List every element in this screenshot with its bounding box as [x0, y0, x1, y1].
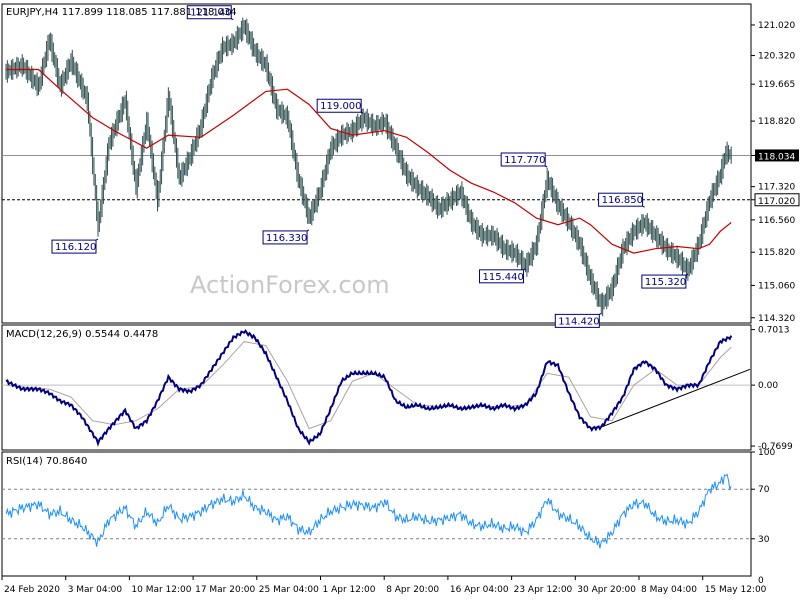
chart-canvas: ActionForex.com 121.140116.120119.000116…	[1, 3, 800, 595]
price-tick-label: 121.020	[758, 21, 795, 31]
annotation-label: 114.420	[554, 312, 602, 328]
rsi-header: RSI(14) 70.8640	[6, 456, 87, 467]
price-tick-label: 119.665	[758, 80, 795, 90]
time-tick-label: 17 Mar 20:00	[195, 585, 255, 595]
time-tick-label: 24 Feb 2020	[4, 585, 60, 595]
price-axis: 121.020 120.320 119.665 118.820 118.034 117.3…	[751, 21, 800, 324]
rsi-tick-label: 30	[758, 535, 770, 545]
price-tick-label: 115.820	[758, 248, 795, 258]
annotation-label: 116.330	[262, 229, 310, 245]
time-tick-label: 16 Apr 04:00	[450, 585, 509, 595]
annotation-text: 116.330	[266, 233, 307, 244]
time-tick-label: 10 Mar 12:00	[131, 585, 191, 595]
symbol-header: EURJPY,H4 117.899 118.085 117.881 118.03…	[6, 7, 237, 18]
annotation-label: 116.850	[598, 192, 645, 208]
price-tick-label: 114.320	[758, 314, 795, 324]
time-axis: 24 Feb 2020 3 Mar 04:00 10 Mar 12:00 17 Mar…	[1, 576, 767, 595]
macd-axis: 0.70130.00-0.7699	[751, 326, 793, 452]
annotation-label: 116.120	[51, 238, 99, 254]
annotation-text: 116.850	[602, 195, 643, 206]
time-tick-label: 8 May 04:00	[641, 585, 697, 595]
macd-panel	[1, 324, 752, 451]
time-tick-label: 8 Apr 20:00	[386, 585, 439, 595]
time-tick-label: 25 Mar 04:00	[259, 585, 319, 595]
macd-tick-label: 0.7013	[758, 326, 790, 336]
price-tick-label: 120.320	[758, 52, 795, 62]
macd-tick-label: 0.00	[758, 381, 778, 391]
time-tick-label: 23 Apr 12:00	[514, 585, 573, 595]
annotation-text: 115.440	[483, 272, 524, 283]
annotation-text: 115.320	[645, 277, 686, 288]
annotation-label: 119.000	[316, 98, 364, 114]
price-tick-label: 115.060	[758, 281, 795, 291]
price-tick-label: 116.560	[758, 216, 795, 226]
annotation-label: 115.320	[641, 273, 689, 289]
annotation-label: 117.770	[500, 152, 548, 168]
annotation-text: 114.420	[558, 316, 599, 327]
last-price-label: 118.034	[758, 152, 795, 162]
rsi-tick-label: 70	[758, 485, 770, 495]
level-price-label: 117.020	[758, 197, 795, 207]
annotation-text: 116.120	[55, 242, 96, 253]
time-tick-label: 3 Mar 04:00	[68, 585, 123, 595]
time-tick-label: 1 Apr 12:00	[323, 585, 376, 595]
annotation-text: 119.000	[320, 101, 361, 112]
price-tick-label: 117.320	[758, 183, 795, 193]
time-tick-label: 30 Apr 20:00	[577, 585, 636, 595]
annotation-text: 117.770	[504, 155, 545, 166]
annotation-label: 115.440	[479, 268, 526, 284]
time-tick-label: 15 May 12:00	[705, 585, 767, 595]
rsi-tick-label: 100	[758, 448, 775, 458]
price-tick-label: 118.820	[758, 117, 795, 127]
macd-header: MACD(12,26,9) 0.5544 0.4478	[6, 329, 158, 340]
rsi-axis: 10070300	[751, 448, 775, 586]
watermark: ActionForex.com	[190, 271, 390, 299]
